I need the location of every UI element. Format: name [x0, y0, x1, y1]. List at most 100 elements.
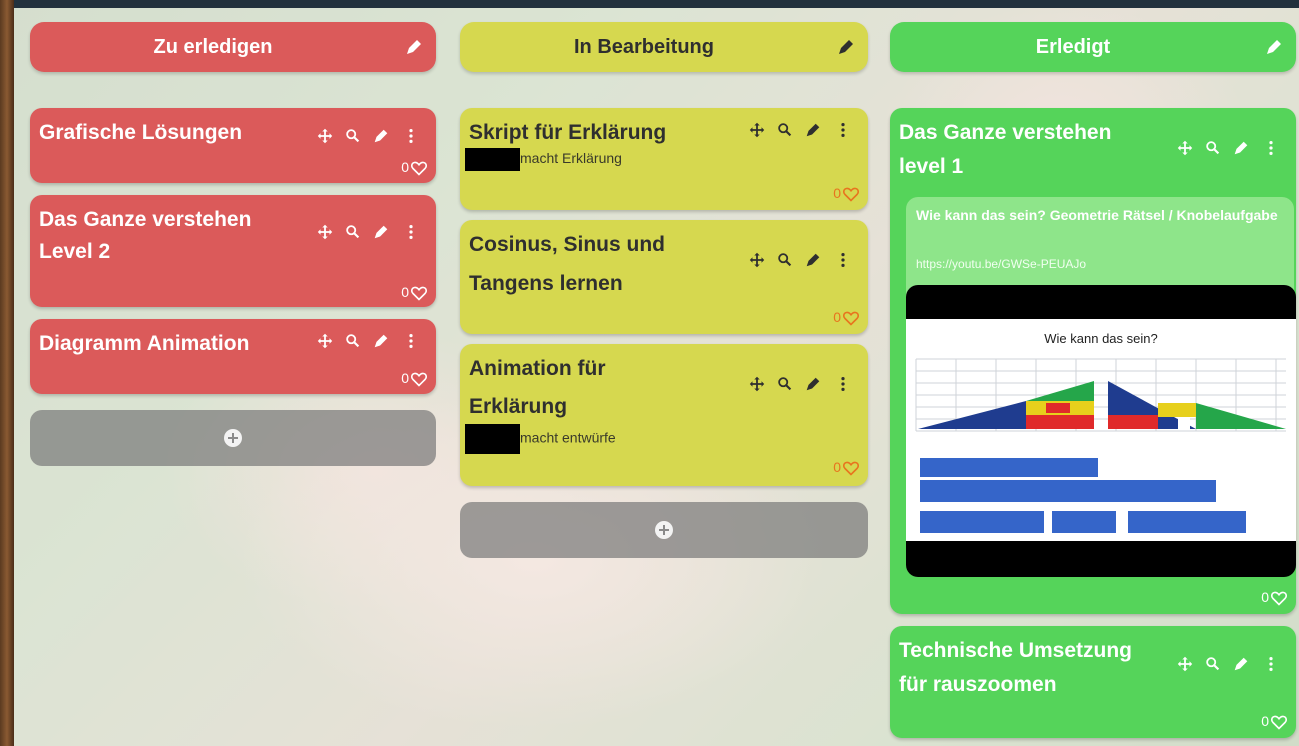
- card-description: macht Erklärung: [465, 148, 622, 171]
- search-icon[interactable]: [776, 250, 794, 270]
- redacted-name: [465, 148, 520, 171]
- heart-icon[interactable]: [411, 161, 427, 176]
- edit-icon[interactable]: [1232, 138, 1250, 158]
- move-icon[interactable]: [316, 126, 334, 146]
- column-title: In Bearbeitung: [573, 36, 714, 58]
- like-number: 0: [401, 370, 409, 386]
- search-icon[interactable]: [344, 126, 362, 146]
- like-number: 0: [833, 309, 841, 325]
- like-count[interactable]: 0: [1261, 588, 1287, 606]
- window-edge: [0, 0, 14, 746]
- like-count[interactable]: 0: [833, 184, 859, 202]
- card-cosinus-sinus-tangens[interactable]: Cosinus, Sinus und Tangens lernen 0: [460, 220, 868, 334]
- heart-icon[interactable]: [1271, 715, 1287, 730]
- edit-icon[interactable]: [404, 37, 424, 57]
- like-count[interactable]: 0: [1261, 712, 1287, 730]
- add-card-button-doing[interactable]: [460, 502, 868, 558]
- card-title-line-1: Das Ganze verstehen: [899, 121, 1112, 144]
- move-icon[interactable]: [316, 222, 334, 242]
- search-icon[interactable]: [776, 120, 794, 140]
- card-title-line-1: Cosinus, Sinus und: [469, 233, 666, 256]
- like-count[interactable]: 0: [833, 458, 859, 476]
- more-icon[interactable]: [834, 250, 852, 270]
- card-title: Diagramm Animation: [39, 332, 250, 355]
- heart-icon[interactable]: [843, 187, 859, 202]
- more-icon[interactable]: [402, 331, 420, 351]
- search-icon[interactable]: [1204, 138, 1222, 158]
- card-title-line-2: level 1: [899, 155, 964, 178]
- heart-icon[interactable]: [411, 372, 427, 387]
- edit-icon[interactable]: [836, 37, 856, 57]
- description-text: macht Erklärung: [520, 150, 622, 167]
- column-title: Erledigt: [1035, 36, 1111, 58]
- move-icon[interactable]: [748, 120, 766, 140]
- card-title-line-2: Level 2: [39, 240, 111, 263]
- like-count[interactable]: 0: [401, 158, 427, 176]
- edit-icon[interactable]: [804, 250, 822, 270]
- move-icon[interactable]: [748, 250, 766, 270]
- like-count[interactable]: 0: [833, 308, 859, 326]
- search-icon[interactable]: [1204, 654, 1222, 674]
- edit-icon[interactable]: [372, 126, 390, 146]
- edit-icon[interactable]: [372, 331, 390, 351]
- card-ganze-verstehen-level-2[interactable]: Das Ganze verstehen Level 2 0: [30, 195, 436, 307]
- heart-icon[interactable]: [843, 311, 859, 326]
- like-number: 0: [833, 459, 841, 475]
- like-number: 0: [833, 185, 841, 201]
- move-icon[interactable]: [748, 374, 766, 394]
- card-title-line-1: Technische Umsetzung: [899, 639, 1132, 662]
- edit-icon[interactable]: [1264, 37, 1284, 57]
- attachment-title: Wie kann das sein? Geometrie Rätsel / Kn…: [916, 207, 1278, 223]
- video-frame: Wie kann das sein?: [906, 319, 1296, 541]
- card-title: Skript für Erklärung: [469, 121, 667, 144]
- edit-icon[interactable]: [372, 222, 390, 242]
- more-icon[interactable]: [1262, 654, 1280, 674]
- card-skript-erklaerung[interactable]: Skript für Erklärung macht Erklärung 0: [460, 108, 868, 210]
- column-header-done: Erledigt: [890, 22, 1296, 72]
- card-title-line-1: Animation für: [469, 357, 606, 380]
- heart-icon[interactable]: [1271, 591, 1287, 606]
- like-number: 0: [1261, 589, 1269, 605]
- card-description: macht entwürfe: [465, 424, 616, 454]
- like-number: 0: [401, 284, 409, 300]
- like-number: 0: [401, 159, 409, 175]
- attachment-url[interactable]: https://youtu.be/GWSe-PEUAJo: [916, 257, 1086, 271]
- move-icon[interactable]: [1176, 138, 1194, 158]
- more-icon[interactable]: [1262, 138, 1280, 158]
- add-icon: [224, 429, 242, 447]
- description-text: macht entwürfe: [520, 429, 616, 446]
- search-icon[interactable]: [344, 222, 362, 242]
- card-title: Grafische Lösungen: [39, 121, 243, 144]
- like-count[interactable]: 0: [401, 283, 427, 301]
- puzzle-illustration: [915, 358, 1286, 533]
- card-technische-umsetzung[interactable]: Technische Umsetzung für rauszoomen 0: [890, 626, 1296, 738]
- heart-icon[interactable]: [843, 461, 859, 476]
- card-title-line-2: für rauszoomen: [899, 673, 1057, 696]
- like-number: 0: [1261, 713, 1269, 729]
- edit-icon[interactable]: [1232, 654, 1250, 674]
- column-title: Zu erledigen: [153, 36, 273, 58]
- edit-icon[interactable]: [804, 374, 822, 394]
- add-card-button-todo[interactable]: [30, 410, 436, 466]
- card-animation-erklaerung[interactable]: Animation für Erklärung macht entwürfe 0: [460, 344, 868, 486]
- more-icon[interactable]: [402, 126, 420, 146]
- video-thumbnail[interactable]: Wie kann das sein?: [906, 285, 1296, 577]
- column-header-todo: Zu erledigen: [30, 22, 436, 72]
- more-icon[interactable]: [402, 222, 420, 242]
- column-header-doing: In Bearbeitung: [460, 22, 868, 72]
- move-icon[interactable]: [1176, 654, 1194, 674]
- card-title-line-2: Tangens lernen: [469, 272, 623, 295]
- card-grafische-loesungen[interactable]: Grafische Lösungen 0: [30, 108, 436, 183]
- redacted-name: [465, 424, 520, 454]
- more-icon[interactable]: [834, 120, 852, 140]
- like-count[interactable]: 0: [401, 369, 427, 387]
- card-diagramm-animation[interactable]: Diagramm Animation 0: [30, 319, 436, 394]
- search-icon[interactable]: [344, 331, 362, 351]
- edit-icon[interactable]: [804, 120, 822, 140]
- card-title-line-2: Erklärung: [469, 395, 568, 418]
- heart-icon[interactable]: [411, 286, 427, 301]
- more-icon[interactable]: [834, 374, 852, 394]
- search-icon[interactable]: [776, 374, 794, 394]
- move-icon[interactable]: [316, 331, 334, 351]
- kanban-board: Zu erledigen In Bearbeitung Erledigt Gra…: [14, 0, 1299, 746]
